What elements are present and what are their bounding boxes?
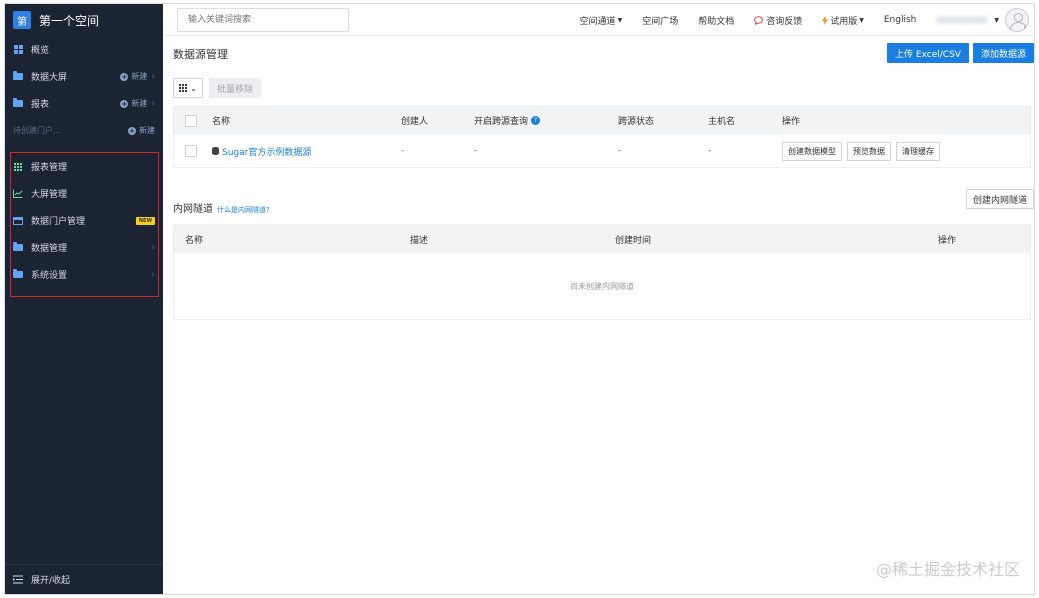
host-cell: - [708, 146, 712, 156]
column-header: 创建时间 [615, 235, 652, 246]
menu-icon [13, 575, 23, 585]
datasource-table: 名称 创建人 开启跨源查询? 跨源状态 主机名 操作 Sugar官方示例数据源 … [173, 106, 1031, 168]
table-toolbar: ⌄ 批量移除 [173, 78, 262, 98]
highlight-annotation-box [10, 152, 159, 297]
caret-down-icon[interactable]: ▼ [994, 17, 999, 24]
folder-icon [13, 71, 23, 82]
pending-portal: 待创建门户... + 新建 [5, 117, 163, 144]
sidebar-item-overview[interactable]: 概览 [5, 36, 163, 63]
workspace-badge: 第 [13, 11, 31, 29]
batch-remove-button[interactable]: 批量移除 [209, 78, 262, 98]
chevron-down-icon: ⌄ [190, 83, 197, 93]
tunnel-section-title: 内网隧道 什么是内网隧道? [173, 204, 270, 215]
sidebar-item-report[interactable]: 报表 + 新建 › [5, 90, 163, 117]
online-status-dot [1023, 25, 1028, 31]
tunnel-table: 名称 描述 创建时间 操作 尚未创建内网隧道 [173, 224, 1031, 320]
chat-bubble-icon [754, 15, 764, 25]
actions-cell: 创建数据模型 预览数据 清理缓存 [782, 134, 945, 168]
folder-icon [13, 98, 23, 109]
cross-status-cell: - [618, 146, 622, 156]
page-title: 数据源管理 [173, 48, 228, 61]
search-input[interactable] [177, 8, 349, 32]
table-header: 名称 描述 创建时间 操作 [174, 225, 1030, 253]
workspace-header[interactable]: 第 第一个空间 [5, 4, 163, 36]
database-icon [212, 147, 219, 155]
column-header: 跨源状态 [618, 117, 655, 127]
sidebar-item-label: 数据大屏 [31, 73, 68, 83]
space-square-link[interactable]: 空间广场 [642, 14, 678, 27]
space-channel-dropdown[interactable]: 空间通道 ▼ [580, 14, 623, 27]
plus-icon: + [120, 72, 129, 81]
collapse-label: 展开/收起 [31, 576, 71, 586]
app-window: 第 第一个空间 概览 数据大屏 + 新建 › 报表 + 新建 › 待创建门户... … [4, 3, 1035, 595]
watermark: @稀土掘金技术社区 [875, 560, 1020, 579]
plus-icon: + [128, 126, 136, 135]
topbar: 空间通道▼ 空间广场 帮助文档 咨询反馈 试用版▼ English ▼ [163, 4, 1034, 36]
column-header: 名称 [185, 235, 204, 246]
column-header: 开启跨源查询? [474, 107, 541, 134]
column-header: 描述 [410, 235, 429, 246]
sidebar: 第 第一个空间 概览 数据大屏 + 新建 › 报表 + 新建 › 待创建门户... … [5, 4, 163, 594]
new-report-button[interactable]: + 新建 [120, 98, 147, 109]
create-tunnel-button[interactable]: 创建内网隧道 [965, 189, 1034, 209]
new-screen-button[interactable]: + 新建 [120, 71, 147, 82]
trial-dropdown[interactable]: 试用版 ▼ [822, 14, 864, 27]
row-checkbox[interactable] [185, 134, 197, 168]
sidebar-item-label: 概览 [31, 46, 50, 56]
workspace-name: 第一个空间 [39, 13, 100, 28]
main-content: 数据源管理 上传 Excel/CSV 添加数据源 ⌄ 批量移除 名称 创建人 开… [163, 36, 1034, 594]
new-portal-button[interactable]: + 新建 [128, 125, 155, 136]
avatar[interactable] [1005, 8, 1029, 32]
chevron-right-icon: › [151, 71, 155, 82]
username-blurred[interactable] [936, 16, 989, 24]
sidebar-item-data-screen[interactable]: 数据大屏 + 新建 › [5, 63, 163, 90]
language-switch[interactable]: English [884, 15, 917, 25]
clear-cache-button[interactable]: 清理缓存 [896, 141, 940, 161]
create-data-model-button[interactable]: 创建数据模型 [782, 141, 842, 161]
grid-icon [13, 45, 23, 55]
plus-icon: + [120, 99, 129, 108]
empty-state: 尚未创建内网隧道 [570, 281, 634, 291]
select-all-checkbox[interactable] [185, 107, 197, 134]
creator-cell: - [401, 146, 405, 156]
add-datasource-button[interactable]: 添加数据源 [973, 43, 1034, 63]
help-docs-link[interactable]: 帮助文档 [698, 14, 734, 27]
top-links: 空间通道 ▼ 空间广场 帮助文档 咨询反馈 试用版 ▼ English ▼ [580, 4, 1034, 36]
tunnel-help-link[interactable]: 什么是内网隧道? [217, 205, 270, 215]
feedback-link[interactable]: 咨询反馈 [754, 14, 802, 27]
column-header: 名称 [212, 117, 231, 127]
chevron-right-icon: › [151, 98, 155, 109]
sidebar-item-label: 报表 [31, 100, 50, 110]
grid-view-icon [179, 84, 188, 92]
collapse-toggle[interactable]: 展开/收起 [5, 564, 163, 594]
caret-down-icon: ▼ [617, 16, 623, 24]
upload-excel-csv-button[interactable]: 上传 Excel/CSV [887, 43, 969, 63]
lightning-icon [822, 15, 829, 25]
column-header: 创建人 [401, 117, 429, 127]
column-header: 主机名 [708, 117, 736, 127]
preview-data-button[interactable]: 预览数据 [847, 141, 891, 161]
column-header: 操作 [938, 235, 957, 246]
column-header: 操作 [782, 117, 801, 127]
table-header: 名称 创建人 开启跨源查询? 跨源状态 主机名 操作 [174, 107, 1030, 134]
caret-down-icon: ▼ [859, 16, 864, 24]
cross-query-cell: - [474, 146, 478, 156]
view-toggle-button[interactable]: ⌄ [173, 78, 203, 98]
pending-portal-label: 待创建门户... [13, 126, 61, 135]
table-row: Sugar官方示例数据源 - - - - 创建数据模型 预览数据 清理缓存 [174, 134, 1030, 168]
help-icon[interactable]: ? [531, 116, 541, 125]
datasource-name-link[interactable]: Sugar官方示例数据源 [212, 134, 311, 168]
